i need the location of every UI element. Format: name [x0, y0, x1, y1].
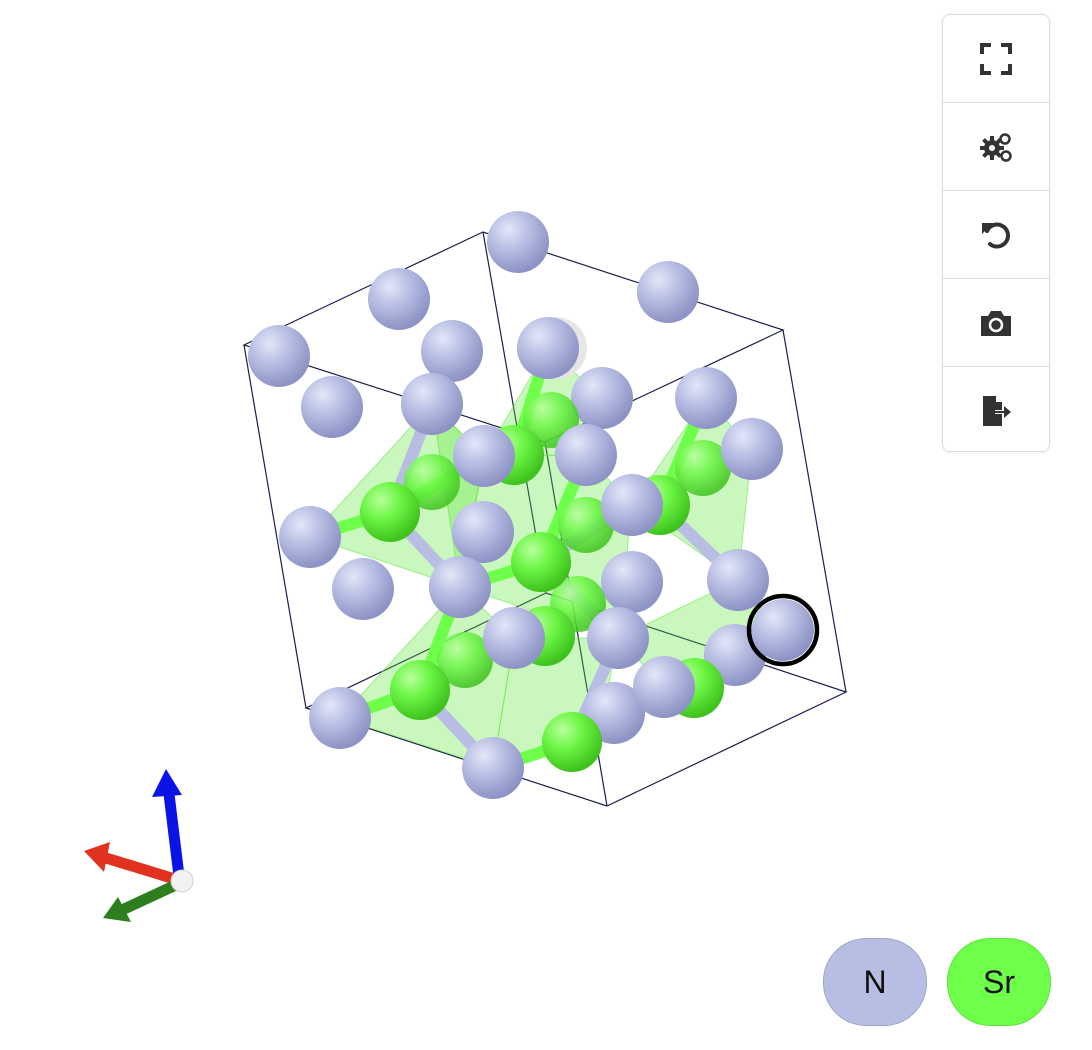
z-axis-arrow: [163, 788, 185, 882]
legend-label-n: N: [863, 963, 887, 1000]
fullscreen-button[interactable]: [943, 15, 1049, 103]
file-export-icon: [983, 395, 1011, 426]
z-axis-arrowhead: [152, 769, 182, 797]
legend-element-sr[interactable]: Sr: [947, 938, 1051, 1026]
y-axis-arrow: [116, 878, 184, 916]
screenshot-button[interactable]: [943, 279, 1049, 367]
structure-viewer[interactable]: [0, 0, 1092, 1050]
gears-icon: [980, 132, 1012, 162]
undo-icon: [982, 222, 1011, 249]
axes-origin: [170, 869, 194, 893]
reset-view-button[interactable]: [943, 191, 1049, 279]
settings-button[interactable]: [943, 103, 1049, 191]
export-button[interactable]: [943, 367, 1049, 451]
fullscreen-icon: [980, 42, 1012, 75]
legend-label-sr: Sr: [983, 963, 1015, 1000]
camera-icon: [981, 310, 1011, 336]
x-axis-arrowhead: [84, 842, 110, 872]
selected-atom[interactable]: [746, 593, 820, 667]
viewer-toolbar: [942, 14, 1050, 452]
legend-element-n[interactable]: N: [823, 938, 927, 1026]
axes-gizmo: [84, 769, 194, 922]
x-axis-arrow: [100, 852, 184, 886]
